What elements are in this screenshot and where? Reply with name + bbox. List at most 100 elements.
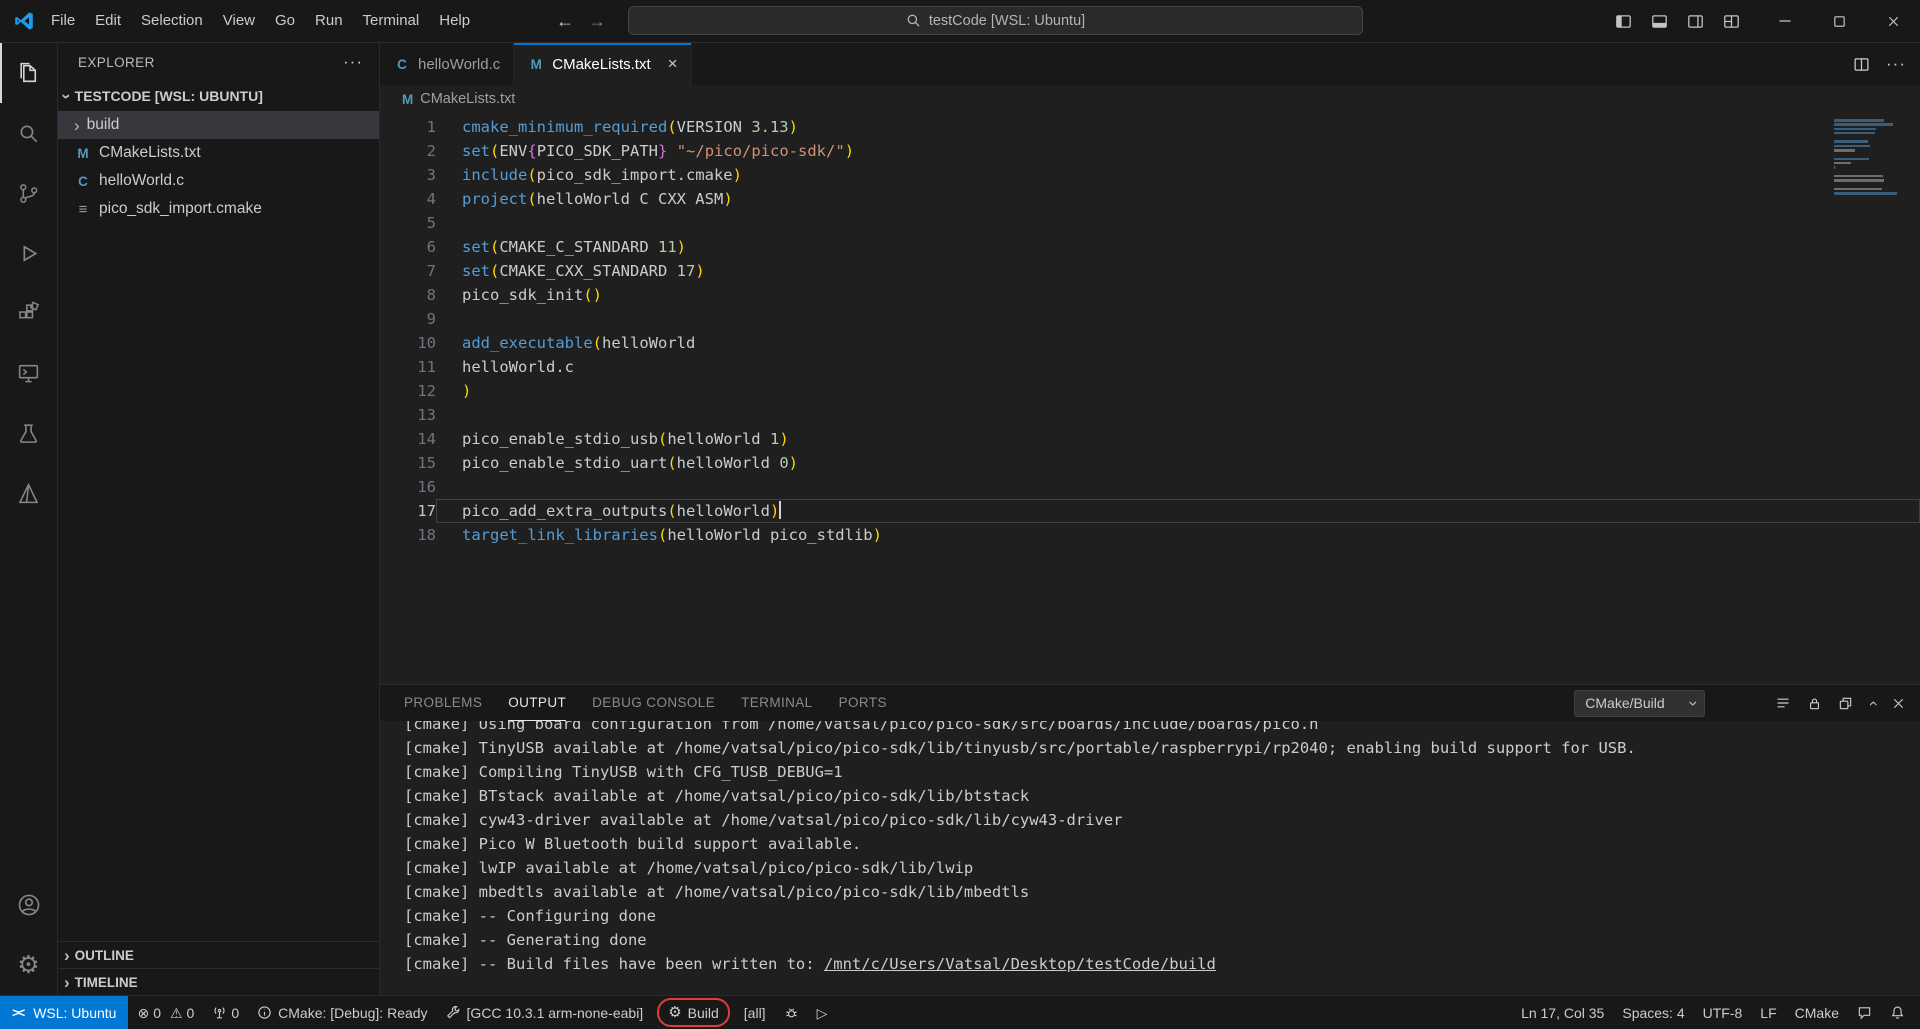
open-output-new-window-icon[interactable] xyxy=(1838,696,1853,711)
editor[interactable]: 1cmake_minimum_required(VERSION 3.13)2se… xyxy=(380,113,1920,684)
accounts-icon[interactable] xyxy=(0,875,57,935)
remote-indicator[interactable]: >< WSL: Ubuntu xyxy=(0,996,128,1029)
menu-edit[interactable]: Edit xyxy=(85,7,131,35)
code-line-4[interactable]: 4project(helloWorld C CXX ASM) xyxy=(380,187,1920,211)
editor-more-actions-icon[interactable]: ··· xyxy=(1886,54,1906,74)
output-path-link[interactable]: /mnt/c/Users/Vatsal/Desktop/testCode/bui… xyxy=(824,955,1216,973)
panel-tab-debug-console[interactable]: DEBUG CONSOLE xyxy=(592,685,715,721)
split-editor-icon[interactable] xyxy=(1853,56,1870,73)
menu-run[interactable]: Run xyxy=(305,7,353,35)
panel-tab-terminal[interactable]: TERMINAL xyxy=(741,685,812,721)
build-target[interactable]: [all] xyxy=(735,996,775,1029)
code-line-16[interactable]: 16 xyxy=(380,475,1920,499)
toggle-secondary-sidebar-icon[interactable] xyxy=(1680,6,1710,36)
source-control-icon[interactable] xyxy=(0,163,57,223)
code-line-11[interactable]: 11helloWorld.c xyxy=(380,355,1920,379)
code-line-12[interactable]: 12) xyxy=(380,379,1920,403)
search-view-icon[interactable] xyxy=(0,103,57,163)
explorer-icon[interactable] xyxy=(0,43,57,103)
code-line-13[interactable]: 13 xyxy=(380,403,1920,427)
launch-target-button[interactable]: ▷ xyxy=(808,996,837,1029)
code-line-2[interactable]: 2set(ENV{PICO_SDK_PATH} "~/pico/pico-sdk… xyxy=(380,139,1920,163)
restore-button[interactable] xyxy=(1812,0,1866,42)
panel-tab-problems[interactable]: PROBLEMS xyxy=(404,685,482,721)
code-line-8[interactable]: 8pico_sdk_init() xyxy=(380,283,1920,307)
cmake-tools-icon[interactable] xyxy=(0,463,57,523)
code-line-3[interactable]: 3include(pico_sdk_import.cmake) xyxy=(380,163,1920,187)
menu-go[interactable]: Go xyxy=(265,7,305,35)
file-row-CMakeLists.txt[interactable]: MCMakeLists.txt xyxy=(58,139,379,167)
build-button[interactable]: ⚙ Build xyxy=(657,998,730,1027)
menu-selection[interactable]: Selection xyxy=(131,7,213,35)
debug-target-button[interactable] xyxy=(775,996,808,1029)
code-line-15[interactable]: 15pico_enable_stdio_uart(helloWorld 0) xyxy=(380,451,1920,475)
clear-output-icon[interactable] xyxy=(1775,695,1791,711)
code-line-9[interactable]: 9 xyxy=(380,307,1920,331)
kit-selector[interactable]: [GCC 10.3.1 arm-none-eabi] xyxy=(437,996,653,1029)
line-number: 18 xyxy=(380,523,436,547)
explorer-sidebar: EXPLORER ··· › TESTCODE [WSL: UBUNTU] ›b… xyxy=(58,43,380,995)
panel-tab-output[interactable]: OUTPUT xyxy=(508,685,566,721)
code-line-10[interactable]: 10add_executable(helloWorld xyxy=(380,331,1920,355)
remote-explorer-icon[interactable] xyxy=(0,343,57,403)
back-button[interactable]: ← xyxy=(556,11,574,32)
close-panel-icon[interactable] xyxy=(1891,696,1906,711)
problems-status[interactable]: ⊗ 0 ⚠ 0 xyxy=(128,996,203,1029)
output-line: [cmake] -- Build files have been written… xyxy=(404,952,1920,976)
cursor-position[interactable]: Ln 17, Col 35 xyxy=(1512,996,1613,1029)
lock-scroll-icon[interactable] xyxy=(1807,696,1822,711)
menu-file[interactable]: File xyxy=(41,7,85,35)
output-channel-select[interactable]: CMake/Build › xyxy=(1574,690,1705,717)
file-row-helloWorld.c[interactable]: ChelloWorld.c xyxy=(58,167,379,195)
close-window-button[interactable] xyxy=(1866,0,1920,42)
code-line-14[interactable]: 14pico_enable_stdio_usb(helloWorld 1) xyxy=(380,427,1920,451)
explorer-more-actions-icon[interactable]: ··· xyxy=(343,52,363,72)
code-line-5[interactable]: 5 xyxy=(380,211,1920,235)
minimap[interactable] xyxy=(1834,119,1906,196)
file-type-icon: ≡ xyxy=(74,201,92,218)
code-line-17[interactable]: 17pico_add_extra_outputs(helloWorld) xyxy=(380,499,1920,523)
file-row-pico_sdk_import.cmake[interactable]: ≡pico_sdk_import.cmake xyxy=(58,195,379,223)
toggle-panel-icon[interactable] xyxy=(1644,6,1674,36)
language-mode[interactable]: CMake xyxy=(1786,996,1848,1029)
output-line: [cmake] Using board configuration from /… xyxy=(404,721,1920,736)
indentation[interactable]: Spaces: 4 xyxy=(1613,996,1693,1029)
code-line-7[interactable]: 7set(CMAKE_CXX_STANDARD 17) xyxy=(380,259,1920,283)
minimize-button[interactable] xyxy=(1758,0,1812,42)
notifications-button[interactable] xyxy=(1881,996,1914,1029)
maximize-panel-icon[interactable]: › xyxy=(1864,700,1881,706)
breadcrumb[interactable]: M CMakeLists.txt xyxy=(380,85,1920,113)
menu-terminal[interactable]: Terminal xyxy=(353,7,430,35)
customize-layout-icon[interactable] xyxy=(1716,6,1746,36)
forward-button[interactable]: → xyxy=(588,11,606,32)
encoding[interactable]: UTF-8 xyxy=(1694,996,1752,1029)
close-tab-icon[interactable]: × xyxy=(668,54,678,74)
project-section-header[interactable]: › TESTCODE [WSL: UBUNTU] xyxy=(58,81,379,111)
output-line: [cmake] Compiling TinyUSB with CFG_TUSB_… xyxy=(404,760,1920,784)
outline-section[interactable]: › OUTLINE xyxy=(58,941,379,968)
timeline-section[interactable]: › TIMELINE xyxy=(58,968,379,995)
panel-tab-ports[interactable]: PORTS xyxy=(839,685,887,721)
run-debug-icon[interactable] xyxy=(0,223,57,283)
output-line: [cmake] mbedtls available at /home/vatsa… xyxy=(404,880,1920,904)
menu-view[interactable]: View xyxy=(213,7,265,35)
code-line-1[interactable]: 1cmake_minimum_required(VERSION 3.13) xyxy=(380,115,1920,139)
toggle-primary-sidebar-icon[interactable] xyxy=(1608,6,1638,36)
feedback-button[interactable] xyxy=(1848,996,1881,1029)
manage-gear-icon[interactable]: ⚙ xyxy=(0,935,57,995)
tab-CMakeLists.txt[interactable]: MCMakeLists.txt× xyxy=(514,43,691,85)
extensions-icon[interactable] xyxy=(0,283,57,343)
eol-selector[interactable]: LF xyxy=(1751,996,1785,1029)
kit-wrench-icon xyxy=(446,1005,461,1020)
code-line-18[interactable]: 18target_link_libraries(helloWorld pico_… xyxy=(380,523,1920,547)
command-center-search[interactable]: testCode [WSL: Ubuntu] xyxy=(628,6,1363,35)
code-line-6[interactable]: 6set(CMAKE_C_STANDARD 11) xyxy=(380,235,1920,259)
menu-help[interactable]: Help xyxy=(429,7,480,35)
output-log[interactable]: [cmake] Using board configuration from /… xyxy=(380,721,1920,995)
cmake-status[interactable]: CMake: [Debug]: Ready xyxy=(248,996,436,1029)
ports-status[interactable]: 0 xyxy=(203,996,248,1029)
tab-helloWorld.c[interactable]: ChelloWorld.c xyxy=(380,43,514,85)
testing-icon[interactable] xyxy=(0,403,57,463)
search-text: testCode [WSL: Ubuntu] xyxy=(929,13,1085,29)
file-row-build[interactable]: ›build xyxy=(58,111,379,139)
